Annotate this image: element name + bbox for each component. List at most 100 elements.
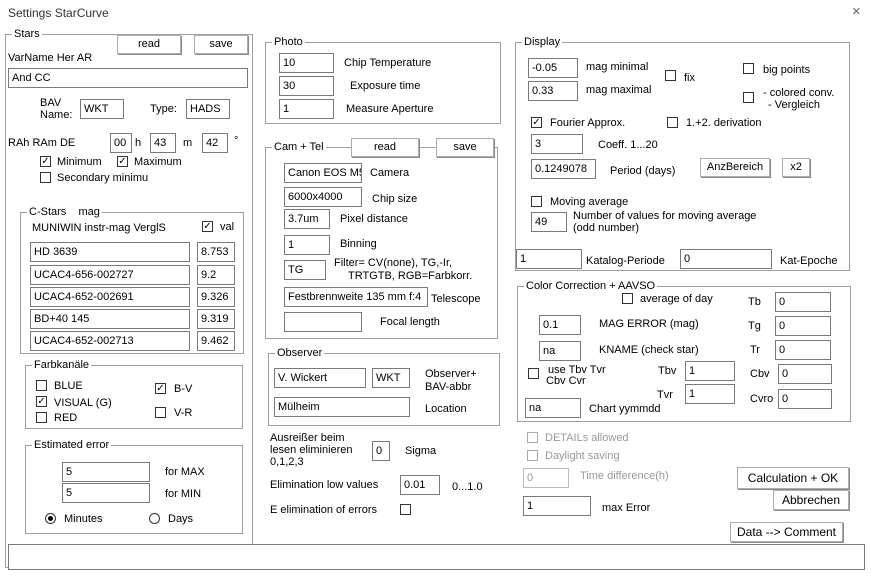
fourier-checkbox[interactable]: ✓: [531, 117, 542, 128]
cstar-name-input[interactable]: UCAC4-656-002727: [30, 265, 190, 285]
bv-checkbox[interactable]: ✓: [155, 383, 166, 394]
minimum-checkbox[interactable]: ✓: [40, 156, 51, 167]
elim-low-input[interactable]: 0.01: [400, 475, 440, 495]
cstar-mag-input[interactable]: 9.326: [197, 287, 235, 307]
x2-button[interactable]: x2: [782, 158, 810, 177]
secondary-checkbox[interactable]: [40, 172, 51, 183]
camera-input[interactable]: Canon EOS M5: [284, 163, 362, 183]
deg-unit: °: [234, 135, 239, 147]
cvro-input[interactable]: 0: [778, 389, 832, 409]
tr-input[interactable]: 0: [775, 340, 831, 360]
cstar-mag-input[interactable]: 9.319: [197, 309, 235, 329]
time-difference-input[interactable]: 0: [523, 468, 569, 488]
visual-checkbox[interactable]: ✓: [36, 396, 47, 407]
cstar-name-input[interactable]: HD 3639: [30, 242, 190, 262]
cstar-mag-input[interactable]: 9.462: [197, 331, 235, 351]
anzbereich-button[interactable]: AnzBereich: [700, 158, 770, 177]
chip-temperature-label: Chip Temperature: [344, 57, 432, 69]
data-comment-button[interactable]: Data --> Comment: [730, 522, 843, 542]
val-checkbox[interactable]: ✓: [202, 221, 213, 232]
chart-input[interactable]: na: [525, 398, 581, 418]
bav-name-input[interactable]: WKT: [80, 99, 124, 119]
calculation-ok-button[interactable]: Calculation + OK: [737, 467, 849, 489]
type-input[interactable]: HADS: [186, 99, 230, 119]
kat-epoche-input[interactable]: 0: [680, 249, 772, 269]
camtel-read-button[interactable]: read: [351, 138, 419, 157]
nvalues-input[interactable]: 49: [531, 212, 567, 232]
tb-input[interactable]: 0: [775, 292, 831, 312]
blue-checkbox[interactable]: [36, 380, 47, 391]
chip-size-input[interactable]: 6000x4000: [284, 187, 362, 207]
max-error-input[interactable]: 1: [523, 496, 591, 516]
mag-min-input[interactable]: -0.05: [528, 58, 578, 78]
chip-size-label: Chip size: [372, 193, 418, 205]
elim-low-label: Elimination low values: [270, 479, 379, 491]
exposure-time-input[interactable]: 30: [279, 76, 334, 96]
details-label: DETAILs allowed: [545, 432, 629, 444]
cstar-name-input[interactable]: UCAC4-652-002713: [30, 331, 190, 351]
cstar-name-input[interactable]: BD+40 145: [30, 309, 190, 329]
mag-error-input[interactable]: 0.1: [539, 315, 581, 335]
cbv-input[interactable]: 0: [778, 364, 832, 384]
max-error-label: max Error: [602, 502, 651, 514]
observer-name-input[interactable]: V. Wickert: [274, 368, 366, 388]
cstar-name-input[interactable]: UCAC4-652-002691: [30, 287, 190, 307]
details-checkbox[interactable]: [527, 432, 538, 443]
chip-temperature-input[interactable]: 10: [279, 53, 334, 73]
filter-label-2: TRTGTB, RGB=Farbkorr.: [348, 270, 473, 282]
big-points-checkbox[interactable]: [743, 63, 754, 74]
period-input[interactable]: 0.1249078: [531, 159, 596, 179]
pixel-distance-input[interactable]: 3.7um: [284, 209, 330, 229]
focal-length-input[interactable]: [284, 312, 362, 332]
average-day-checkbox[interactable]: [622, 293, 633, 304]
cam-tel-title: Cam + Tel: [272, 140, 326, 154]
colored-label-2: - Vergleich: [768, 99, 820, 111]
vr-label: V-R: [174, 407, 193, 419]
derivation-checkbox[interactable]: [667, 117, 678, 128]
coeff-input[interactable]: 3: [531, 134, 583, 154]
varname-input[interactable]: And CC: [8, 68, 248, 88]
photo-title: Photo: [272, 35, 305, 49]
fix-checkbox[interactable]: [665, 70, 676, 81]
measure-aperture-input[interactable]: 1: [279, 99, 334, 119]
outlier-input[interactable]: 0: [372, 441, 390, 461]
moving-average-checkbox[interactable]: [531, 196, 542, 207]
tg-input[interactable]: 0: [775, 316, 831, 336]
fourier-label: Fourier Approx.: [550, 117, 626, 129]
binning-input[interactable]: 1: [284, 235, 330, 255]
stars-read-button[interactable]: read: [117, 35, 181, 54]
red-checkbox[interactable]: [36, 412, 47, 423]
maximum-checkbox[interactable]: ✓: [117, 156, 128, 167]
elim-errors-checkbox[interactable]: [400, 504, 411, 515]
stars-save-button[interactable]: save: [194, 35, 248, 54]
ra-minutes-input[interactable]: 43: [150, 133, 176, 153]
cstar-mag-input[interactable]: 9.2: [197, 265, 235, 285]
minutes-radio[interactable]: [45, 513, 56, 524]
error-max-input[interactable]: 5: [62, 462, 150, 482]
abbrechen-button[interactable]: Abbrechen: [773, 490, 849, 510]
ra-hours-input[interactable]: 00: [110, 133, 132, 153]
colored-checkbox[interactable]: [743, 92, 754, 103]
kname-input[interactable]: na: [539, 341, 581, 361]
error-min-input[interactable]: 5: [62, 483, 150, 503]
observer-abbr-input[interactable]: WKT: [372, 368, 410, 388]
vr-checkbox[interactable]: [155, 407, 166, 418]
telescope-input[interactable]: Festbrennweite 135 mm f:4: [284, 287, 428, 307]
close-icon[interactable]: ×: [852, 4, 861, 19]
cstar-mag-input[interactable]: 8.753: [197, 242, 235, 262]
mag-max-input[interactable]: 0.33: [528, 81, 578, 101]
use-tbv-checkbox[interactable]: [528, 368, 539, 379]
chart-label: Chart yymmdd: [589, 403, 661, 415]
estimated-error-title: Estimated error: [32, 438, 112, 452]
daylight-checkbox[interactable]: [527, 450, 538, 461]
katalog-periode-input[interactable]: 1: [516, 249, 582, 269]
moving-average-label: Moving average: [550, 196, 629, 208]
tvr-input[interactable]: 1: [685, 384, 735, 404]
dec-input[interactable]: 42: [202, 133, 228, 153]
location-input[interactable]: Mülheim: [274, 397, 410, 417]
camtel-save-button[interactable]: save: [436, 138, 494, 157]
tbv-input[interactable]: 1: [685, 361, 735, 381]
filter-input[interactable]: TG: [284, 260, 326, 280]
days-radio[interactable]: [149, 513, 160, 524]
tvr-label: Tvr: [657, 389, 673, 401]
